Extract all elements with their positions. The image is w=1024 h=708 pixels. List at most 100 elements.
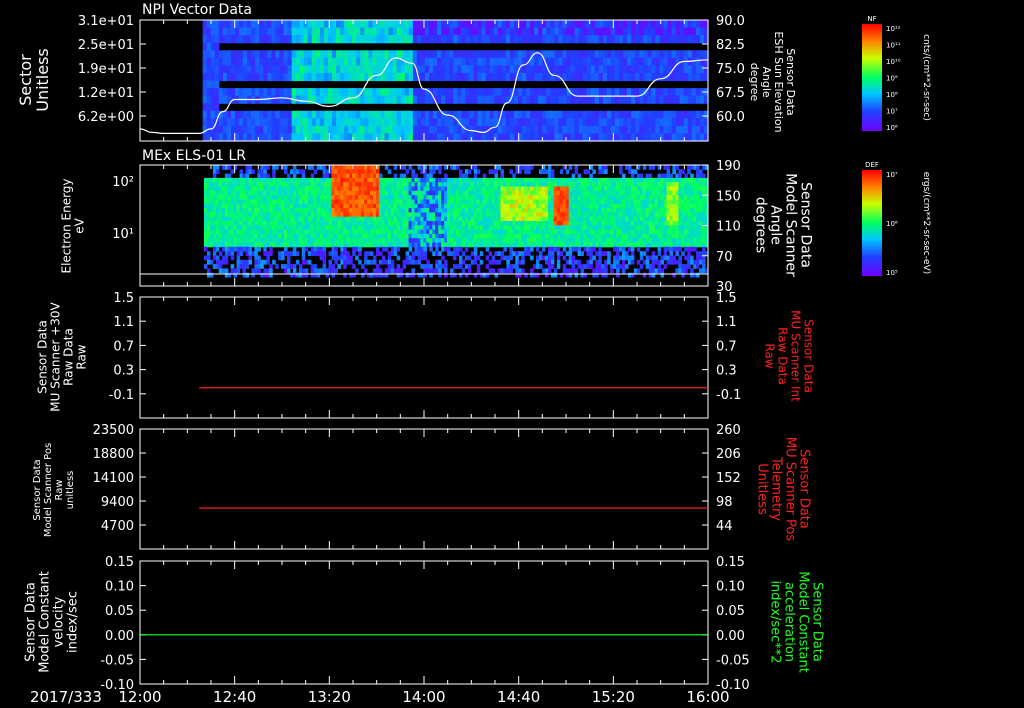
heat-cell bbox=[627, 118, 632, 127]
heat-cell bbox=[691, 20, 697, 29]
heat-cell bbox=[423, 251, 427, 256]
heat-cell bbox=[356, 57, 361, 66]
heat-cell bbox=[352, 50, 357, 59]
heat-cell bbox=[447, 216, 451, 222]
heat-cell bbox=[622, 199, 626, 205]
heat-cell bbox=[578, 88, 584, 97]
heat-cell bbox=[400, 72, 406, 82]
heat-cell bbox=[343, 255, 347, 261]
heat-cell bbox=[307, 133, 313, 142]
heat-cell bbox=[319, 225, 324, 231]
heat-cell bbox=[518, 95, 523, 104]
heat-cell bbox=[421, 27, 426, 36]
heat-cell bbox=[497, 57, 503, 66]
heat-cell bbox=[435, 199, 439, 205]
heat-cell bbox=[622, 268, 626, 274]
heat-cell bbox=[412, 35, 418, 44]
heat-cell bbox=[590, 65, 596, 74]
heat-cell bbox=[310, 221, 315, 226]
heat-cell bbox=[453, 125, 458, 135]
heat-cell bbox=[319, 246, 324, 252]
heat-cell bbox=[444, 268, 448, 274]
heat-cell bbox=[263, 57, 268, 66]
heat-cell bbox=[530, 195, 534, 200]
heat-cell bbox=[259, 125, 264, 135]
heat-cell bbox=[323, 72, 329, 82]
heat-cell bbox=[328, 259, 332, 265]
heat-cell bbox=[622, 221, 626, 226]
heat-cell bbox=[420, 199, 424, 205]
heat-cell bbox=[292, 233, 297, 239]
heat-cell bbox=[485, 233, 490, 239]
heat-cell bbox=[623, 72, 628, 82]
heat-cell bbox=[589, 190, 593, 196]
heat-cell bbox=[438, 199, 442, 205]
heat-cell bbox=[489, 20, 495, 29]
heat-cell bbox=[380, 27, 386, 36]
heat-cell bbox=[687, 118, 693, 127]
heat-cell bbox=[209, 238, 214, 243]
heat-cell bbox=[512, 195, 516, 200]
heat-cell bbox=[558, 125, 563, 135]
heat-cell bbox=[657, 221, 662, 226]
heat-cell bbox=[539, 177, 543, 183]
heat-cell bbox=[464, 212, 469, 218]
heat-cell bbox=[598, 50, 604, 59]
heat-cell bbox=[384, 65, 390, 74]
heat-cell bbox=[263, 203, 267, 209]
heat-cell bbox=[408, 27, 414, 36]
heat-cell bbox=[542, 35, 547, 44]
heat-cell bbox=[218, 229, 223, 235]
heat-cell bbox=[323, 110, 329, 119]
heat-cell bbox=[663, 199, 667, 205]
heat-cell bbox=[547, 173, 552, 179]
heat-cell bbox=[310, 216, 315, 222]
heat-cell bbox=[521, 225, 525, 231]
heat-cell bbox=[307, 88, 313, 97]
heat-cell bbox=[388, 35, 394, 44]
heat-cell bbox=[493, 57, 499, 66]
heat-cell bbox=[405, 238, 410, 243]
heat-cell bbox=[243, 125, 248, 135]
heat-cell bbox=[408, 65, 414, 74]
heat-cell bbox=[435, 238, 439, 243]
heat-cell bbox=[423, 233, 427, 239]
heat-cell bbox=[218, 27, 224, 36]
heat-cell bbox=[699, 50, 705, 59]
heat-cell bbox=[663, 229, 667, 235]
heat-cell bbox=[616, 216, 620, 222]
heat-cell bbox=[242, 216, 246, 222]
heat-cell bbox=[566, 110, 572, 119]
heat-cell bbox=[310, 233, 315, 239]
heat-cell bbox=[473, 212, 478, 218]
heat-cell bbox=[574, 195, 579, 200]
heat-cell bbox=[380, 133, 386, 142]
heat-cell bbox=[465, 88, 470, 97]
heat-cell bbox=[456, 238, 460, 243]
heat-cell bbox=[269, 238, 273, 243]
heat-cell bbox=[284, 251, 288, 256]
heat-cell bbox=[301, 208, 306, 213]
heat-cell bbox=[565, 182, 570, 187]
heat-cell bbox=[586, 186, 590, 192]
heat-cell bbox=[616, 251, 620, 256]
heat-cell bbox=[518, 50, 523, 59]
heat-cell bbox=[251, 50, 256, 59]
heat-cell bbox=[630, 242, 635, 248]
heat-cell bbox=[625, 203, 629, 209]
heat-cell bbox=[421, 65, 426, 74]
heat-cell bbox=[212, 225, 217, 231]
heat-cell bbox=[368, 125, 373, 135]
heat-cell bbox=[589, 212, 593, 218]
heat-cell bbox=[292, 208, 297, 213]
heat-cell bbox=[222, 35, 228, 44]
heat-cell bbox=[263, 165, 267, 170]
heat-cell bbox=[550, 88, 555, 97]
heat-cell bbox=[473, 272, 478, 278]
heat-cell bbox=[473, 225, 478, 231]
heat-cell bbox=[263, 208, 267, 213]
heat-cell bbox=[613, 229, 617, 235]
heat-cell bbox=[699, 133, 705, 142]
heat-cell bbox=[301, 251, 306, 256]
heat-cell bbox=[598, 177, 602, 183]
